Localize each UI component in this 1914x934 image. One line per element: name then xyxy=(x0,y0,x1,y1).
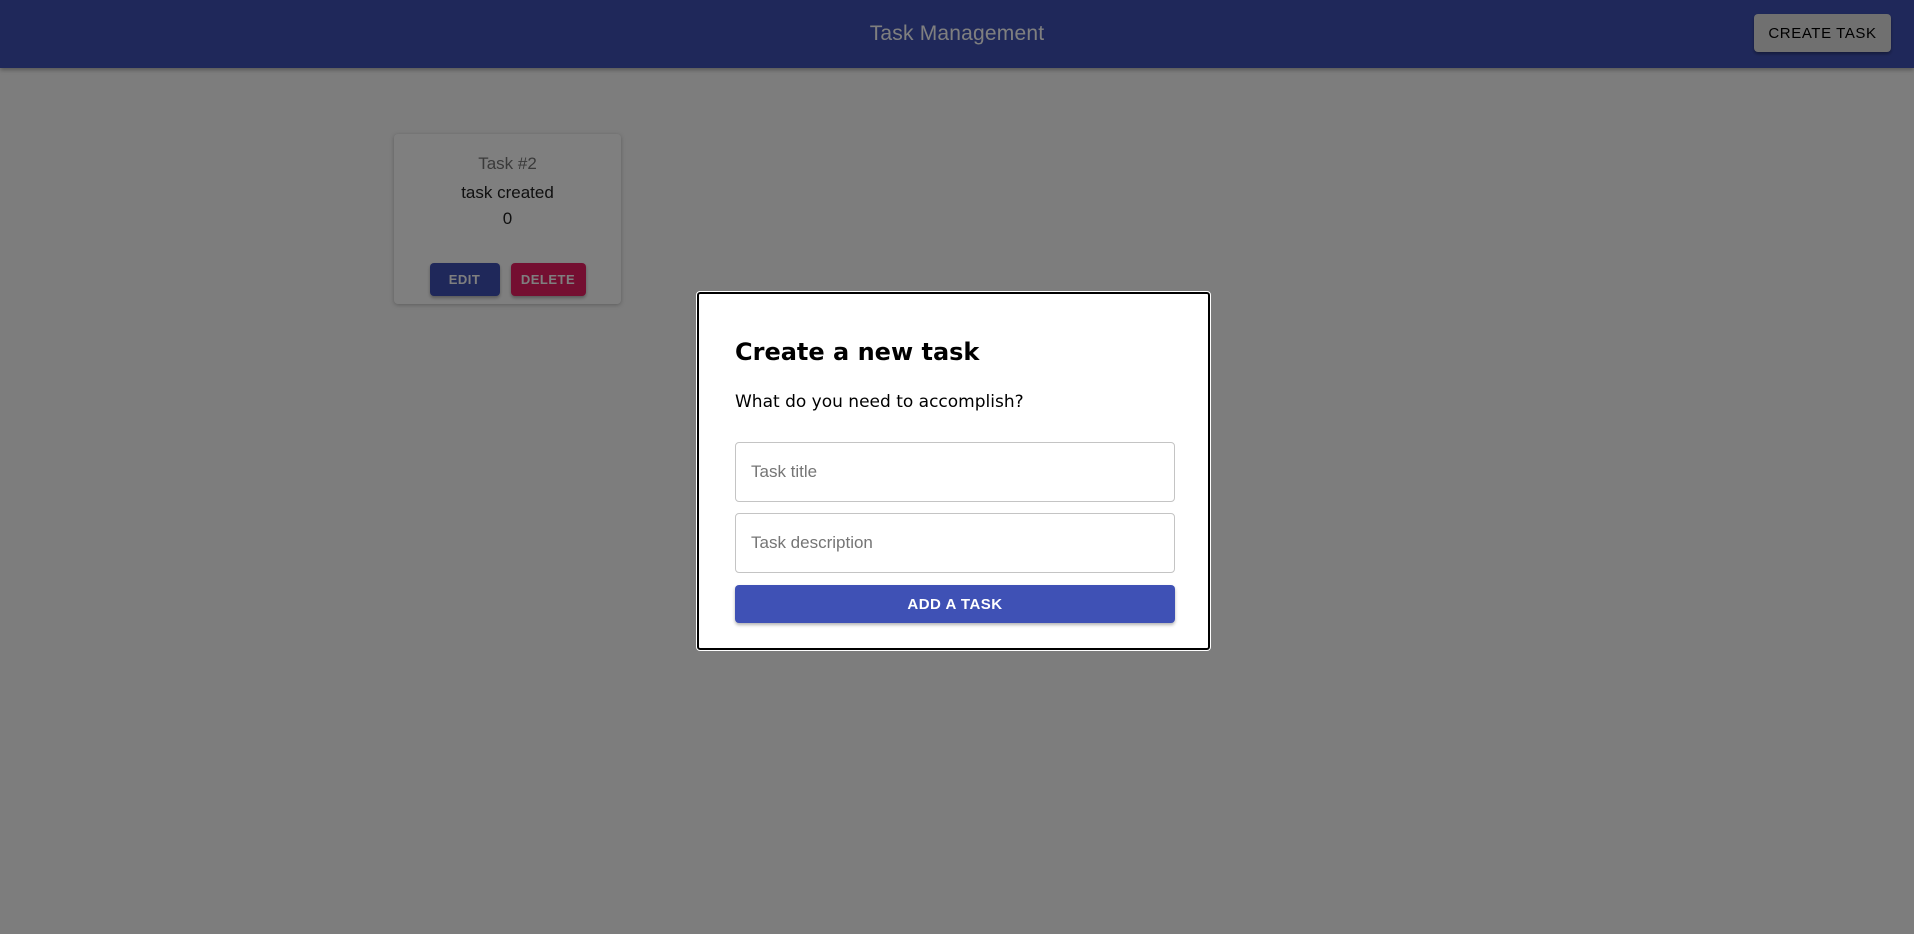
task-description-input[interactable] xyxy=(735,513,1175,573)
add-task-button[interactable]: ADD A TASK xyxy=(735,585,1175,623)
create-task-dialog: Create a new task What do you need to ac… xyxy=(696,291,1211,651)
task-title-input[interactable] xyxy=(735,442,1175,502)
dialog-text: What do you need to accomplish? xyxy=(735,392,1024,412)
dialog-title: Create a new task xyxy=(735,338,980,366)
page: Task Management CREATE TASK Task #2 task… xyxy=(0,0,1914,934)
